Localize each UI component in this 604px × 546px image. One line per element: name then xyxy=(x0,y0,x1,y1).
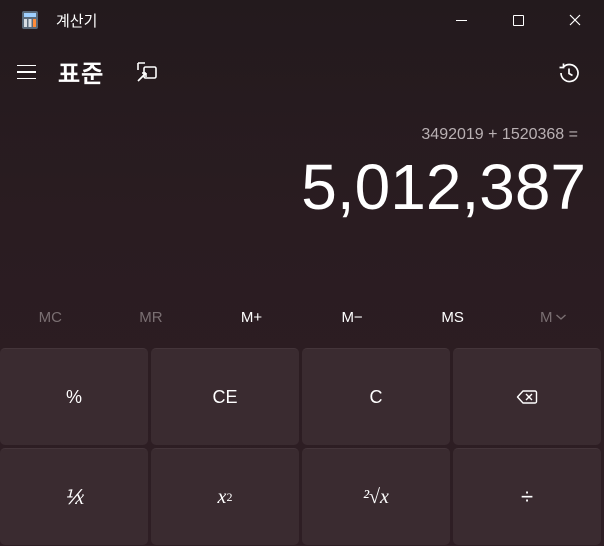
memory-subtract-button[interactable]: M− xyxy=(302,300,403,334)
minimize-button[interactable] xyxy=(432,0,490,40)
maximize-button[interactable] xyxy=(489,0,547,40)
memory-clear-button[interactable]: MC xyxy=(0,300,101,334)
percent-button[interactable]: % xyxy=(0,348,148,445)
keep-on-top-icon xyxy=(137,62,157,82)
backspace-icon xyxy=(516,390,538,404)
memory-list-button[interactable]: M xyxy=(503,300,604,334)
chevron-down-icon xyxy=(555,314,566,320)
keypad: % CE C ⅟x x2 ²√x ÷ xyxy=(0,348,604,545)
square-exponent: 2 xyxy=(226,489,233,504)
memory-row: MC MR M+ M− MS M xyxy=(0,300,604,334)
calculator-app-icon xyxy=(22,11,38,29)
memory-list-label: M xyxy=(540,308,553,326)
history-icon xyxy=(559,63,579,83)
calculator-window: 계산기 표준 3492019 + 1520368 = 5,012,387 MC … xyxy=(0,0,604,546)
memory-recall-button[interactable]: MR xyxy=(101,300,202,334)
reciprocal-button[interactable]: ⅟x xyxy=(0,448,148,545)
close-button[interactable] xyxy=(546,0,604,40)
window-title: 계산기 xyxy=(56,12,98,30)
keep-on-top-button[interactable] xyxy=(135,60,159,84)
expression-display: 3492019 + 1520368 = xyxy=(421,126,578,143)
maximize-icon xyxy=(512,14,524,26)
backspace-button[interactable] xyxy=(453,348,601,445)
close-icon xyxy=(569,14,581,26)
result-display: 5,012,387 xyxy=(301,151,586,223)
clear-button[interactable]: C xyxy=(302,348,450,445)
square-button[interactable]: x2 xyxy=(151,448,299,545)
square-root-button[interactable]: ²√x xyxy=(302,448,450,545)
divide-button[interactable]: ÷ xyxy=(453,448,601,545)
mode-title: 표준 xyxy=(58,60,105,88)
memory-store-button[interactable]: MS xyxy=(402,300,503,334)
minimize-icon xyxy=(455,19,467,21)
title-bar: 계산기 xyxy=(0,0,604,40)
hamburger-menu-icon[interactable] xyxy=(10,56,44,88)
clear-entry-button[interactable]: CE xyxy=(151,348,299,445)
memory-add-button[interactable]: M+ xyxy=(201,300,302,334)
history-button[interactable] xyxy=(556,60,582,86)
square-base: x xyxy=(217,485,227,508)
